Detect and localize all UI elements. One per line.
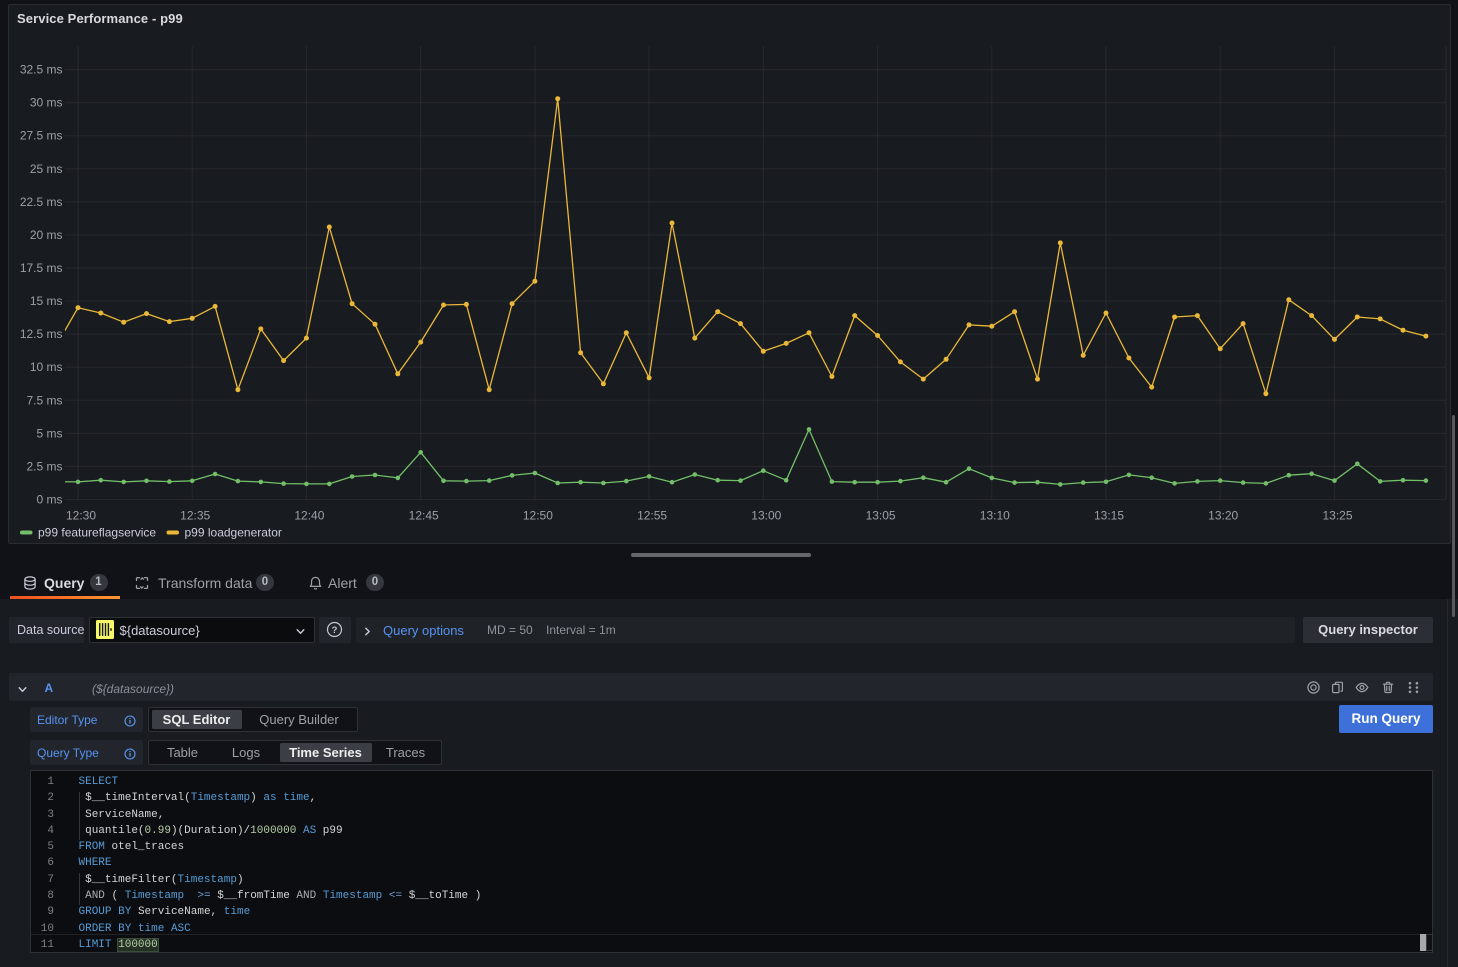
svg-text:7.5 ms: 7.5 ms: [26, 393, 62, 407]
svg-text:25 ms: 25 ms: [30, 162, 63, 176]
svg-text:12:35: 12:35: [180, 509, 210, 523]
svg-text:0 ms: 0 ms: [36, 493, 62, 507]
svg-text:32.5 ms: 32.5 ms: [20, 63, 63, 77]
svg-text:12:45: 12:45: [409, 509, 439, 523]
svg-text:p99 loadgenerator: p99 loadgenerator: [185, 526, 282, 540]
svg-text:20 ms: 20 ms: [30, 228, 63, 242]
svg-text:?: ?: [332, 625, 338, 636]
svg-text:15 ms: 15 ms: [30, 294, 63, 308]
svg-text:12.5 ms: 12.5 ms: [20, 327, 63, 341]
svg-text:12:55: 12:55: [637, 509, 667, 523]
svg-text:13:25: 13:25: [1322, 509, 1352, 523]
svg-text:12:50: 12:50: [523, 509, 553, 523]
svg-text:12:40: 12:40: [294, 509, 324, 523]
svg-text:2.5 ms: 2.5 ms: [26, 459, 62, 473]
svg-text:13:05: 13:05: [866, 509, 896, 523]
svg-text:22.5 ms: 22.5 ms: [20, 195, 63, 209]
svg-text:30 ms: 30 ms: [30, 96, 63, 110]
svg-text:5 ms: 5 ms: [36, 426, 62, 440]
svg-text:27.5 ms: 27.5 ms: [20, 129, 63, 143]
svg-text:10 ms: 10 ms: [30, 360, 63, 374]
svg-text:13:20: 13:20: [1208, 509, 1238, 523]
svg-text:p99 featureflagservice: p99 featureflagservice: [38, 526, 156, 540]
svg-text:12:30: 12:30: [66, 509, 96, 523]
svg-text:13:10: 13:10: [980, 509, 1010, 523]
svg-text:13:15: 13:15: [1094, 509, 1124, 523]
svg-text:17.5 ms: 17.5 ms: [20, 261, 63, 275]
svg-text:13:00: 13:00: [751, 509, 781, 523]
